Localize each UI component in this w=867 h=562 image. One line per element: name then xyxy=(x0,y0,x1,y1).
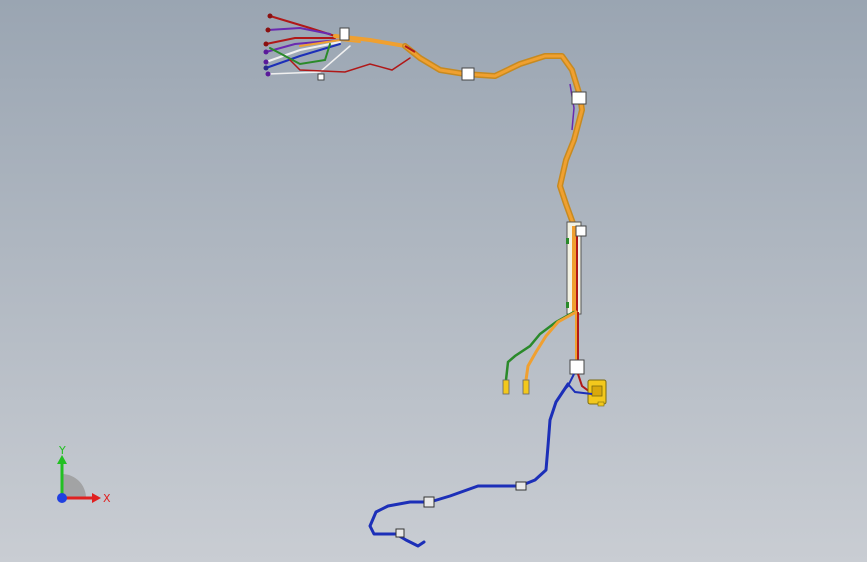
clip-small[interactable] xyxy=(317,73,325,81)
clip-blue-1[interactable] xyxy=(515,481,527,491)
graphics-viewport[interactable]: Y X xyxy=(0,0,867,562)
triad-shadow xyxy=(62,474,86,498)
blue-cable[interactable] xyxy=(368,382,570,548)
clip-plate-top[interactable] xyxy=(575,225,587,237)
z-axis-dot xyxy=(57,493,67,503)
terminal-orange[interactable] xyxy=(522,379,530,395)
axis-triad: Y X xyxy=(57,444,111,505)
y-axis-label: Y xyxy=(58,444,66,457)
clip-trunk-1[interactable] xyxy=(461,67,475,81)
clip-top-left[interactable] xyxy=(339,27,350,41)
x-axis-head xyxy=(92,493,101,503)
branch-orange[interactable] xyxy=(524,310,578,382)
clip-blue-2[interactable] xyxy=(423,496,435,508)
clip-blue-3[interactable] xyxy=(395,528,405,538)
clip-trunk-2[interactable] xyxy=(571,91,587,105)
wire-harness-model[interactable] xyxy=(0,0,867,562)
clip-lower[interactable] xyxy=(569,359,585,375)
x-axis-label: X xyxy=(103,492,111,505)
terminal-green[interactable] xyxy=(502,379,510,395)
main-trunk[interactable] xyxy=(402,43,585,229)
fanout-bundle[interactable] xyxy=(265,15,411,75)
